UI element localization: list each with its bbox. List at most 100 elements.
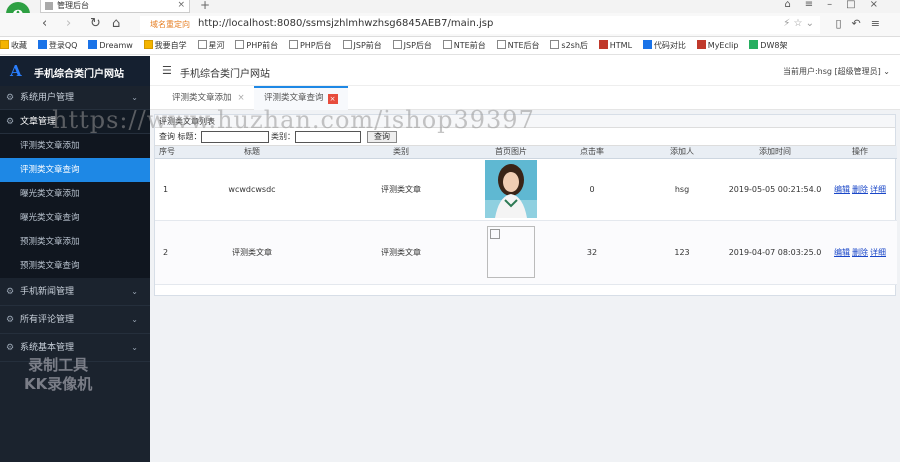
reload-icon[interactable]: ↻	[90, 16, 101, 31]
bookmark-item[interactable]: NTE后台	[496, 37, 540, 54]
new-tab-icon[interactable]: +	[200, 0, 210, 12]
html-icon	[598, 40, 608, 49]
bookmark-item[interactable]: 登录QQ	[37, 37, 77, 54]
bookmark-item[interactable]: PHP后台	[288, 37, 332, 54]
browser-tab[interactable]: 管理后台 ×	[40, 0, 190, 13]
broken-image-icon	[487, 226, 535, 278]
sidebar-header: A 手机综合类门户网站	[0, 56, 150, 86]
table-row: 1 wcwdcwsdc 评测类文章 0 hsg 2019-05-05 00:21…	[155, 158, 897, 221]
edit-link[interactable]: 编辑	[834, 248, 850, 257]
browser-tabstrip: e 管理后台 × + ⌂≡–□×	[0, 0, 900, 26]
main-content: 评测类文章列表 查询 标题： 类别： 查询 序号 标题 类别 首页图片 点击率 …	[150, 110, 900, 462]
browser-menu-icons[interactable]: ▯↶≡	[836, 17, 891, 30]
bookmark-item[interactable]: Dreamw	[88, 37, 133, 54]
bookmark-item[interactable]: 收藏	[0, 37, 27, 54]
cell-image	[475, 220, 547, 285]
url-text[interactable]: http://localhost:8080/ssmsjzhlmhwzhsg684…	[198, 18, 493, 29]
col-category: 类别	[327, 146, 475, 159]
recorder-watermark: 录制工具 KK录像机	[24, 356, 93, 393]
cell-ops: 编辑 删除 详细	[823, 220, 897, 285]
bookmark-item[interactable]: PHP前台	[235, 37, 278, 54]
page-favicon-icon	[45, 2, 53, 10]
cell-author: hsg	[637, 158, 727, 221]
page-icon	[235, 40, 245, 49]
table-row: 2 评测类文章 评测类文章 32 123 2019-04-07 08:03:25…	[155, 220, 897, 285]
gear-icon: ⚙	[6, 343, 15, 353]
bookmark-item[interactable]: DW8架	[749, 37, 787, 54]
detail-link[interactable]: 详细	[870, 248, 886, 257]
close-tab-icon[interactable]: ×	[177, 0, 185, 11]
menu-toggle-icon[interactable]: ☰	[162, 64, 172, 77]
bookmark-icon	[696, 40, 706, 49]
bookmarks-bar: 收藏 登录QQ Dreamw 我要自学 星河 PHP前台 PHP后台 JSP前台…	[0, 37, 900, 55]
cell-time: 2019-05-05 00:21:54.0	[727, 158, 823, 221]
current-user-dropdown[interactable]: 当前用户:hsg [超级管理员] ⌄	[783, 66, 890, 77]
cell-clicks: 32	[547, 220, 637, 285]
page-icon	[496, 40, 506, 49]
delete-link[interactable]: 删除	[852, 248, 868, 257]
bookmark-item[interactable]: 我要自学	[143, 37, 187, 54]
article-list-panel: 评测类文章列表 查询 标题： 类别： 查询 序号 标题 类别 首页图片 点击率 …	[154, 114, 897, 296]
bookmark-item[interactable]: NTE前台	[442, 37, 486, 54]
cell-clicks: 0	[547, 158, 637, 221]
col-clicks: 点击率	[547, 146, 637, 159]
bookmark-item[interactable]: s2sh后	[550, 37, 588, 54]
back-icon[interactable]: ‹	[42, 16, 47, 31]
bookmark-item[interactable]: HTML	[598, 37, 632, 54]
gear-icon: ⚙	[6, 315, 15, 325]
sidebar-title: 手机综合类门户网站	[34, 69, 124, 80]
bookmark-icon	[37, 40, 47, 49]
detail-link[interactable]: 详细	[870, 185, 886, 194]
col-title: 标题	[177, 146, 327, 159]
sidebar-item-review-add[interactable]: 评测类文章添加	[0, 134, 150, 158]
site-title: 手机综合类门户网站	[180, 69, 270, 80]
forward-icon[interactable]: ›	[66, 16, 71, 31]
gear-icon: ⚙	[6, 287, 15, 297]
url-warning: 域名重定向	[150, 20, 190, 29]
chevron-down-icon: ⌄	[131, 287, 138, 296]
article-table: 序号 标题 类别 首页图片 点击率 添加人 添加时间 操作 1 wcwdcwsd…	[155, 146, 897, 285]
sidebar-item-exposure-query[interactable]: 曝光类文章查询	[0, 206, 150, 230]
window-controls[interactable]: ⌂≡–□×	[784, 0, 892, 10]
gear-icon: ⚙	[6, 93, 15, 103]
bookmark-item[interactable]: JSP后台	[392, 37, 432, 54]
bookmark-item[interactable]: MyEclip	[696, 37, 738, 54]
bookmark-icon	[88, 40, 98, 49]
bookmark-item[interactable]: JSP前台	[342, 37, 382, 54]
close-tab-icon[interactable]: ×	[327, 94, 338, 104]
close-tab-icon[interactable]: ×	[238, 93, 245, 103]
url-field[interactable]: 域名重定向 http://localhost:8080/ssmsjzhlmhwz…	[140, 16, 820, 34]
page-icon	[342, 40, 352, 49]
bookmark-item[interactable]: 星河	[197, 37, 225, 54]
browser-tab-title: 管理后台	[57, 1, 89, 10]
chevron-down-icon: ⌄	[131, 315, 138, 324]
cell-no: 2	[155, 220, 177, 285]
page-icon	[197, 40, 207, 49]
cell-category: 评测类文章	[327, 158, 475, 221]
page-icon	[550, 40, 560, 49]
cell-no: 1	[155, 158, 177, 221]
col-no: 序号	[155, 146, 177, 159]
bookmark-item[interactable]: 代码对比	[642, 37, 686, 54]
col-author: 添加人	[637, 146, 727, 159]
edit-link[interactable]: 编辑	[834, 185, 850, 194]
cell-image	[475, 158, 547, 221]
logo-icon: A	[10, 62, 22, 80]
sidebar-item-forecast-query[interactable]: 预测类文章查询	[0, 254, 150, 278]
sidebar-item-review-query[interactable]: 评测类文章查询	[0, 158, 150, 182]
col-ops: 操作	[823, 146, 897, 159]
bookmark-star-icon[interactable]: ⚡ ☆ ⌄	[783, 18, 814, 29]
watermark-text: https://www.huzhan.com/ishop39397	[52, 106, 535, 134]
sidebar-item-exposure-add[interactable]: 曝光类文章添加	[0, 182, 150, 206]
cell-ops: 编辑 删除 详细	[823, 158, 897, 221]
cell-title: wcwdcwsdc	[177, 158, 327, 221]
sidebar-group-comments[interactable]: ⚙ 所有评论管理 ⌄	[0, 306, 150, 334]
sidebar-item-forecast-add[interactable]: 预测类文章添加	[0, 230, 150, 254]
sidebar-group-phone-news[interactable]: ⚙ 手机新闻管理 ⌄	[0, 278, 150, 306]
cell-time: 2019-04-07 08:03:25.0	[727, 220, 823, 285]
bookmark-icon	[143, 40, 153, 49]
home-icon[interactable]: ⌂	[112, 16, 120, 31]
star-icon	[0, 40, 9, 49]
delete-link[interactable]: 删除	[852, 185, 868, 194]
gear-icon: ⚙	[6, 117, 15, 127]
